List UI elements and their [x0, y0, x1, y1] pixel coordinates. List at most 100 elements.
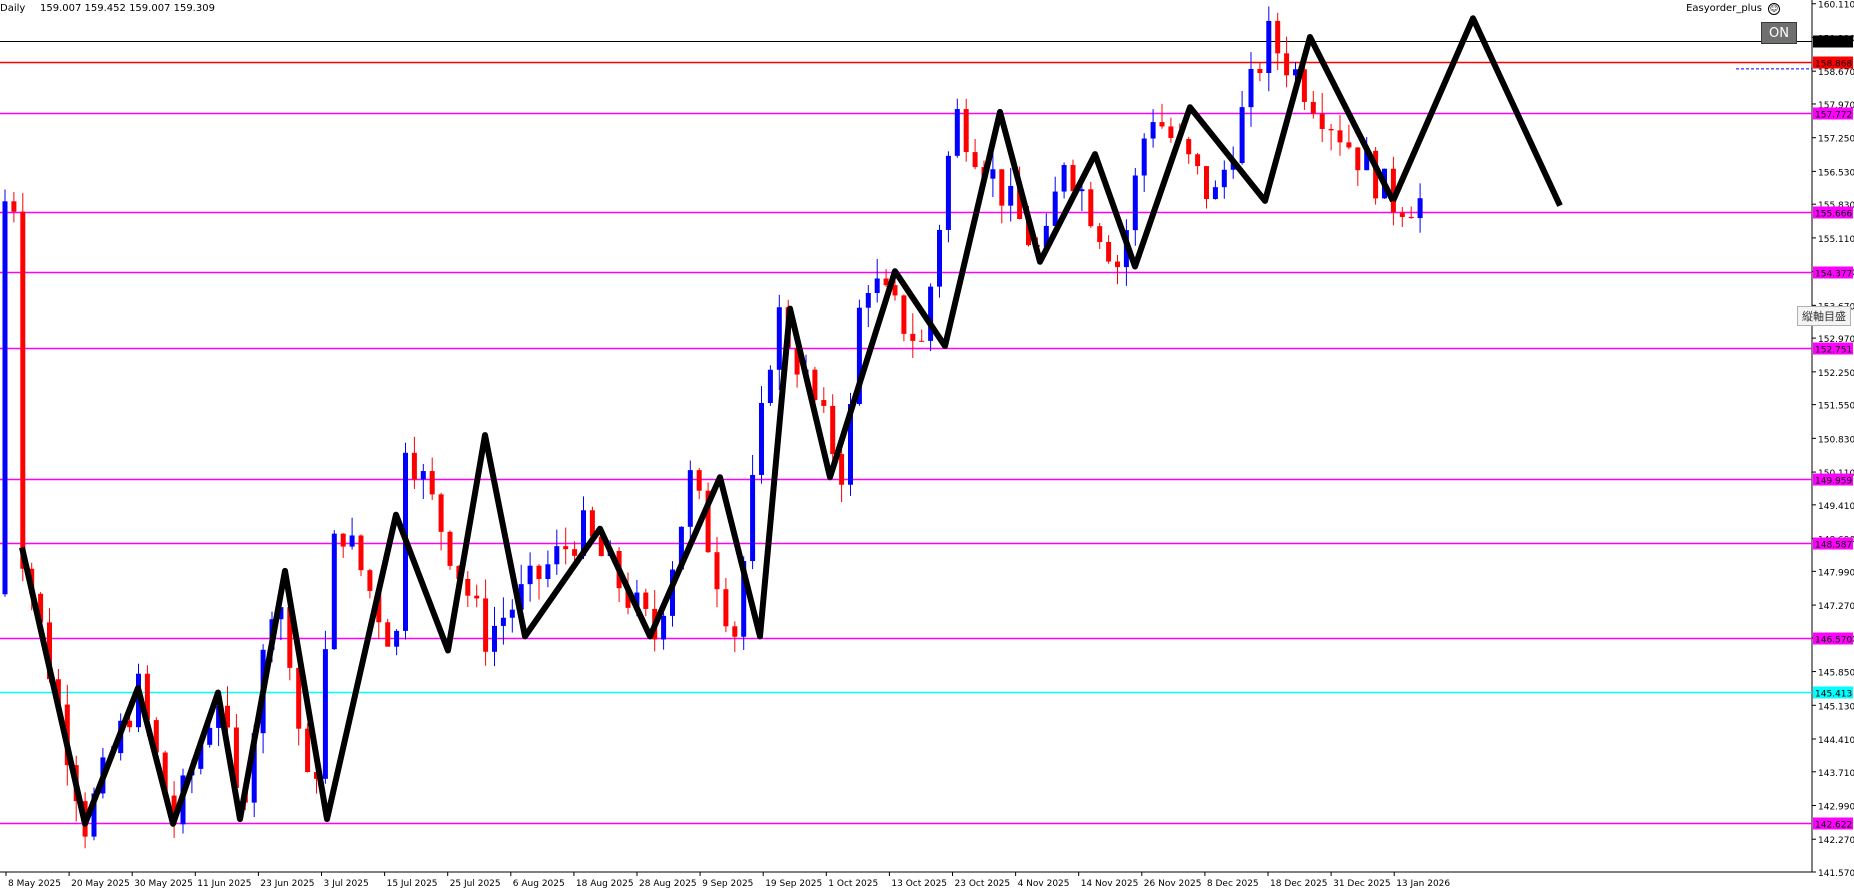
- level-tag-label: 159.309: [1815, 39, 1852, 49]
- candle-body: [945, 155, 951, 230]
- x-tick-label: 30 May 2025: [134, 879, 193, 889]
- candle-body: [963, 109, 969, 153]
- y-tick-label: 160.110: [1818, 1, 1854, 11]
- candle-body: [1159, 122, 1165, 127]
- chart-header-ohlc: 159.007 159.452 159.007 159.309: [40, 3, 215, 14]
- candle-body: [919, 340, 925, 342]
- candle-body: [483, 598, 489, 652]
- candle-body: [1275, 20, 1281, 54]
- level-tag-label: 146.570: [1815, 636, 1852, 646]
- y-tick-label: 155.110: [1818, 235, 1854, 245]
- candle-body: [1328, 128, 1334, 131]
- x-tick-label: 18 Aug 2025: [576, 879, 634, 889]
- y-tick-label: 142.990: [1818, 802, 1854, 812]
- smiley-icon: ☺: [1768, 3, 1780, 15]
- candle-body: [536, 565, 542, 579]
- candle-body: [572, 549, 578, 556]
- y-tick-label: 157.250: [1818, 135, 1854, 145]
- candle-body: [1355, 147, 1361, 171]
- candle-body: [305, 728, 311, 773]
- candle-body: [1008, 185, 1014, 206]
- candle-body: [411, 452, 417, 480]
- candle-body: [1221, 169, 1227, 188]
- candle-body: [1346, 142, 1352, 148]
- candle-body: [1399, 212, 1405, 217]
- candle-body: [420, 471, 426, 480]
- candle-body: [554, 546, 560, 565]
- x-tick-label: 6 Aug 2025: [513, 879, 565, 889]
- candle-body: [322, 649, 328, 779]
- candle-body: [830, 405, 836, 455]
- y-tick-label: 142.270: [1818, 836, 1854, 846]
- candle-body: [438, 494, 444, 532]
- y-tick-label: 141.570: [1818, 869, 1854, 879]
- candle-body: [990, 169, 996, 179]
- candle-body: [759, 402, 764, 475]
- candle-body: [723, 589, 729, 627]
- candle-body: [527, 565, 533, 585]
- candle-body: [732, 626, 738, 637]
- ea-name-label: Easyorder_plus: [1686, 3, 1762, 14]
- candle-body: [1097, 226, 1103, 243]
- candle-body: [1337, 130, 1343, 143]
- candle-body: [1319, 113, 1325, 129]
- candle-body: [447, 531, 453, 566]
- y-tick-label: 145.850: [1818, 669, 1854, 679]
- candle-body: [901, 295, 907, 334]
- candle-body: [563, 546, 569, 550]
- y-tick-label: 149.410: [1818, 502, 1854, 512]
- candle-body: [767, 369, 773, 403]
- candle-body: [500, 617, 506, 626]
- x-tick-label: 13 Jan 2026: [1396, 879, 1450, 889]
- candle-body: [954, 109, 960, 156]
- price-chart[interactable]: 141.570 142.270 142.990 143.710 144.410 145.1…: [0, 0, 1854, 896]
- plot-background: [0, 0, 1812, 872]
- candle-body: [349, 535, 355, 547]
- candle-body: [545, 564, 551, 579]
- candle-body: [1195, 154, 1201, 167]
- candle-body: [394, 630, 400, 647]
- candle-body: [1257, 68, 1263, 74]
- level-tag-label: 142.622: [1815, 821, 1852, 831]
- x-tick-label: 13 Oct 2025: [891, 879, 947, 889]
- candle-body: [1248, 68, 1254, 108]
- candle-body: [937, 229, 942, 287]
- y-tick-label: 147.270: [1818, 602, 1854, 612]
- x-tick-label: 1 Oct 2025: [828, 879, 878, 889]
- x-tick-label: 15 Jul 2025: [387, 879, 438, 889]
- candle-body: [643, 592, 649, 609]
- candle-body: [358, 535, 364, 571]
- candle-body: [331, 533, 337, 650]
- x-tick-label: 26 Nov 2025: [1144, 879, 1202, 889]
- candle-body: [474, 595, 480, 599]
- level-tag-label: 149.959: [1815, 477, 1852, 487]
- candle-body: [928, 286, 934, 341]
- candle-body: [1150, 122, 1156, 139]
- candle-body: [1266, 20, 1272, 74]
- level-tag-label: 158.868: [1815, 60, 1852, 70]
- candle-body: [1088, 189, 1094, 227]
- y-tick-label: 156.530: [1818, 168, 1854, 178]
- candle-body: [1417, 198, 1423, 219]
- x-tick-label: 11 Jun 2025: [197, 879, 251, 889]
- candle-body: [1115, 261, 1120, 268]
- candle-body: [1052, 191, 1058, 226]
- candle-body: [1061, 165, 1067, 192]
- y-tick-label: 144.410: [1818, 736, 1854, 746]
- candle-body: [465, 578, 471, 596]
- candle-body: [1284, 53, 1290, 76]
- candle-body: [1204, 166, 1209, 200]
- x-tick-label: 31 Dec 2025: [1333, 879, 1391, 889]
- candle-body: [1132, 175, 1138, 231]
- x-tick-label: 28 Aug 2025: [639, 879, 697, 889]
- candle-body: [821, 400, 827, 406]
- vertical-scale-button[interactable]: 縦軸目盛: [1797, 306, 1851, 326]
- candle-body: [910, 333, 916, 341]
- ea-on-button[interactable]: ON: [1761, 22, 1797, 44]
- candle-body: [972, 152, 978, 168]
- candle-body: [1212, 187, 1218, 200]
- candle-body: [776, 307, 782, 370]
- candle-body: [509, 609, 515, 618]
- candle-body: [696, 470, 702, 491]
- x-tick-label: 18 Dec 2025: [1270, 879, 1328, 889]
